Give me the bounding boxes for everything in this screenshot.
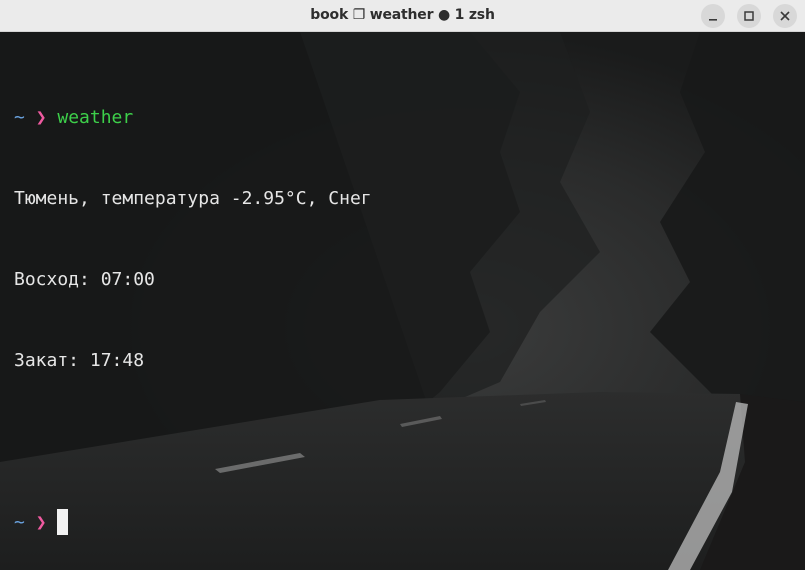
output-line: Тюмень, температура -2.95°C, Снег — [14, 188, 372, 209]
maximize-icon — [744, 11, 754, 21]
prompt-line: ~ ❯ weather — [14, 104, 805, 131]
close-button[interactable] — [773, 4, 797, 28]
terminal-window: book ❐ weather ● 1 zsh ~ ❯ weather Тюмен… — [0, 0, 805, 570]
active-prompt-line[interactable]: ~ ❯ — [14, 509, 805, 536]
minimize-icon — [709, 19, 717, 21]
output-line: Восход: 07:00 — [14, 269, 155, 290]
prompt-chevron: ❯ — [35, 512, 47, 533]
output-line: Закат: 17:48 — [14, 350, 145, 371]
prompt-tilde: ~ — [14, 107, 25, 128]
prompt-chevron: ❯ — [35, 107, 47, 128]
prompt-tilde: ~ — [14, 512, 25, 533]
close-icon — [780, 11, 790, 21]
minimize-button[interactable] — [701, 4, 725, 28]
title-bar[interactable]: book ❐ weather ● 1 zsh — [0, 0, 805, 32]
terminal-area[interactable]: ~ ❯ weather Тюмень, температура -2.95°C,… — [0, 32, 805, 570]
text-cursor — [57, 509, 69, 535]
window-title: book ❐ weather ● 1 zsh — [310, 7, 495, 23]
maximize-button[interactable] — [737, 4, 761, 28]
command-text: weather — [57, 107, 134, 128]
terminal-output: ~ ❯ weather Тюмень, температура -2.95°C,… — [14, 50, 805, 570]
